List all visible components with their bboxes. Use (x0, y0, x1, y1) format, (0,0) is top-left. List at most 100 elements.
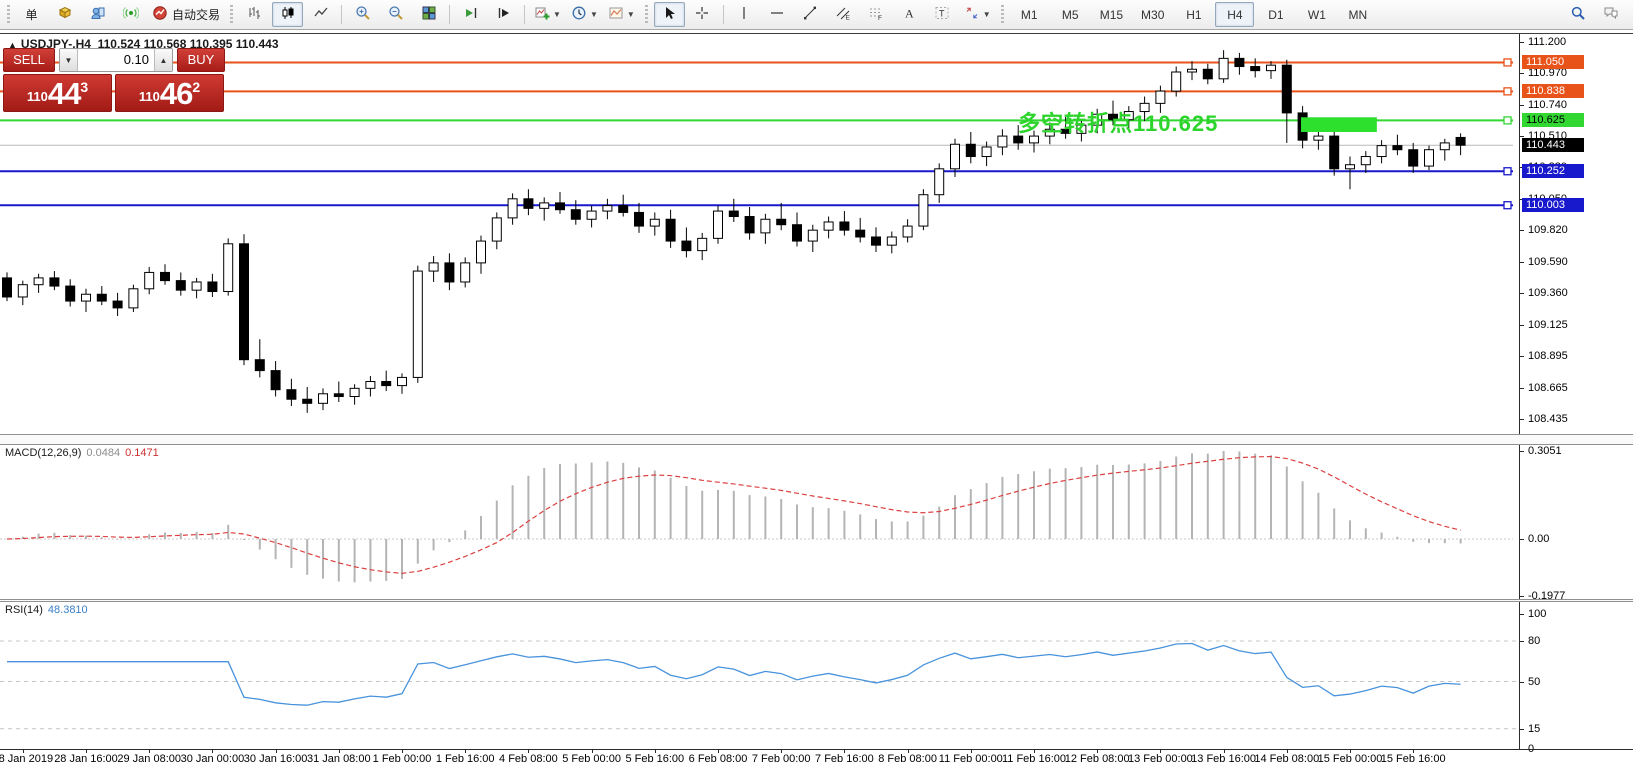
line-endpoint-marker[interactable] (1504, 59, 1511, 66)
time-axis-tick (1160, 750, 1161, 753)
candle-body (1282, 65, 1291, 113)
timeframe-M30-button[interactable]: M30 (1133, 2, 1172, 27)
level-price-label: 111.050 (1522, 55, 1584, 69)
tile-windows-button[interactable] (413, 2, 444, 27)
macd-pane[interactable] (0, 445, 1519, 599)
time-axis-tick (1224, 750, 1225, 753)
toolbar-separator (524, 5, 525, 24)
equidistant-channel-button[interactable]: E (828, 2, 859, 27)
time-axis-line (0, 749, 1633, 750)
timeframe-H1-button[interactable]: H1 (1174, 2, 1213, 27)
volume-input[interactable]: 0.10 (78, 49, 154, 71)
axis-tick (1520, 539, 1524, 540)
templates-button[interactable]: ▼ (604, 2, 639, 27)
candle-body (461, 263, 470, 282)
time-axis-tick (718, 750, 719, 753)
highlight-rectangle[interactable] (1301, 117, 1377, 132)
time-axis-tick (86, 750, 87, 753)
crosshair-button[interactable] (687, 2, 718, 27)
profiles-button[interactable] (82, 2, 113, 27)
candle-body (524, 199, 533, 209)
time-axis-tick (844, 750, 845, 753)
signals-button[interactable] (115, 2, 146, 27)
time-axis-tick (971, 750, 972, 753)
candle-body (350, 388, 359, 396)
price-tick-label: 108.895 (1528, 349, 1568, 363)
axis-tick (1520, 42, 1524, 43)
horizontal-line-button[interactable] (762, 2, 793, 27)
text-label-button[interactable]: T (927, 2, 958, 27)
axis-tick (1520, 641, 1524, 642)
timeframe-W1-button[interactable]: W1 (1297, 2, 1336, 27)
line-endpoint-marker[interactable] (1504, 117, 1511, 124)
chat-button[interactable] (1595, 2, 1626, 27)
candle-body (966, 144, 975, 156)
candle-body (1425, 150, 1434, 166)
price-chart[interactable] (0, 34, 1519, 434)
candle-body (587, 211, 596, 219)
cursor-button[interactable] (654, 2, 685, 27)
candle-body (619, 206, 628, 213)
line-endpoint-marker[interactable] (1504, 202, 1511, 209)
candle-body (998, 136, 1007, 147)
candle-body (1188, 69, 1197, 72)
indicators-button[interactable]: ▼ (530, 2, 565, 27)
timeframe-MN-button[interactable]: MN (1338, 2, 1377, 27)
price-tick-label: 108.665 (1528, 381, 1568, 395)
time-tick-label: 29 Jan 08:00 (117, 753, 181, 765)
toolbar-grip[interactable] (7, 5, 10, 25)
text-button[interactable]: A (894, 2, 925, 27)
volume-increase-button[interactable]: ▲ (154, 49, 172, 71)
sell-button[interactable]: SELL (3, 48, 55, 72)
bar-chart-button[interactable] (239, 2, 270, 27)
line-endpoint-marker[interactable] (1504, 88, 1511, 95)
timeframe-H4-button[interactable]: H4 (1215, 2, 1254, 27)
auto-scroll-button[interactable] (455, 2, 486, 27)
rsi-pane[interactable] (0, 602, 1519, 749)
search-button[interactable] (1562, 2, 1593, 27)
time-tick-label: 4 Feb 08:00 (499, 753, 558, 765)
trendline-button[interactable] (795, 2, 826, 27)
pane-splitter[interactable] (0, 599, 1633, 602)
fibonacci-button[interactable]: F (861, 2, 892, 27)
buy-button[interactable]: BUY (177, 48, 225, 72)
rsi-tick-label: 100 (1528, 607, 1546, 621)
zoom-in-button[interactable] (347, 2, 378, 27)
candle-body (1267, 65, 1276, 70)
buy-price-box[interactable]: 110462 (115, 74, 224, 112)
axis-tick (1520, 388, 1524, 389)
macd-tick-label: 0.00 (1528, 532, 1549, 546)
timeframe-M15-button[interactable]: M15 (1092, 2, 1131, 27)
toolbar-grip[interactable] (230, 5, 233, 25)
candle-body (1393, 146, 1402, 150)
sell-price-box[interactable]: 110443 (3, 74, 112, 112)
vertical-line-button[interactable] (729, 2, 760, 27)
candle-body (1156, 91, 1165, 103)
periods-button[interactable]: ▼ (567, 2, 602, 27)
autotrading-button[interactable]: 自动交易 (148, 2, 224, 27)
candle-body (145, 272, 154, 288)
timeframe-D1-button[interactable]: D1 (1256, 2, 1295, 27)
arrows-button[interactable]: ▼ (960, 2, 995, 27)
line-chart-button[interactable] (305, 2, 336, 27)
chart-shift-button[interactable] (488, 2, 519, 27)
timeframe-M5-button[interactable]: M5 (1051, 2, 1090, 27)
time-tick-label: 1 Feb 00:00 (373, 753, 432, 765)
volume-decrease-button[interactable]: ▼ (60, 49, 78, 71)
price-tick-label: 109.820 (1528, 223, 1568, 237)
line-endpoint-marker[interactable] (1504, 168, 1511, 175)
candlestick-button[interactable] (272, 2, 303, 27)
timeframe-M1-button[interactable]: M1 (1010, 2, 1049, 27)
candle-body (113, 301, 122, 308)
toolbar-grip[interactable] (645, 5, 648, 25)
zoom-out-button[interactable] (380, 2, 411, 27)
new-order-button[interactable]: 单 (16, 2, 47, 27)
chart-window-button[interactable] (49, 2, 80, 27)
pane-splitter[interactable] (0, 434, 1633, 445)
candle-body (1346, 165, 1355, 169)
toolbar-grip[interactable] (1001, 5, 1004, 25)
candle-body (382, 382, 391, 386)
candle-body (777, 219, 786, 224)
time-axis-tick (402, 750, 403, 753)
time-axis-tick (212, 750, 213, 753)
